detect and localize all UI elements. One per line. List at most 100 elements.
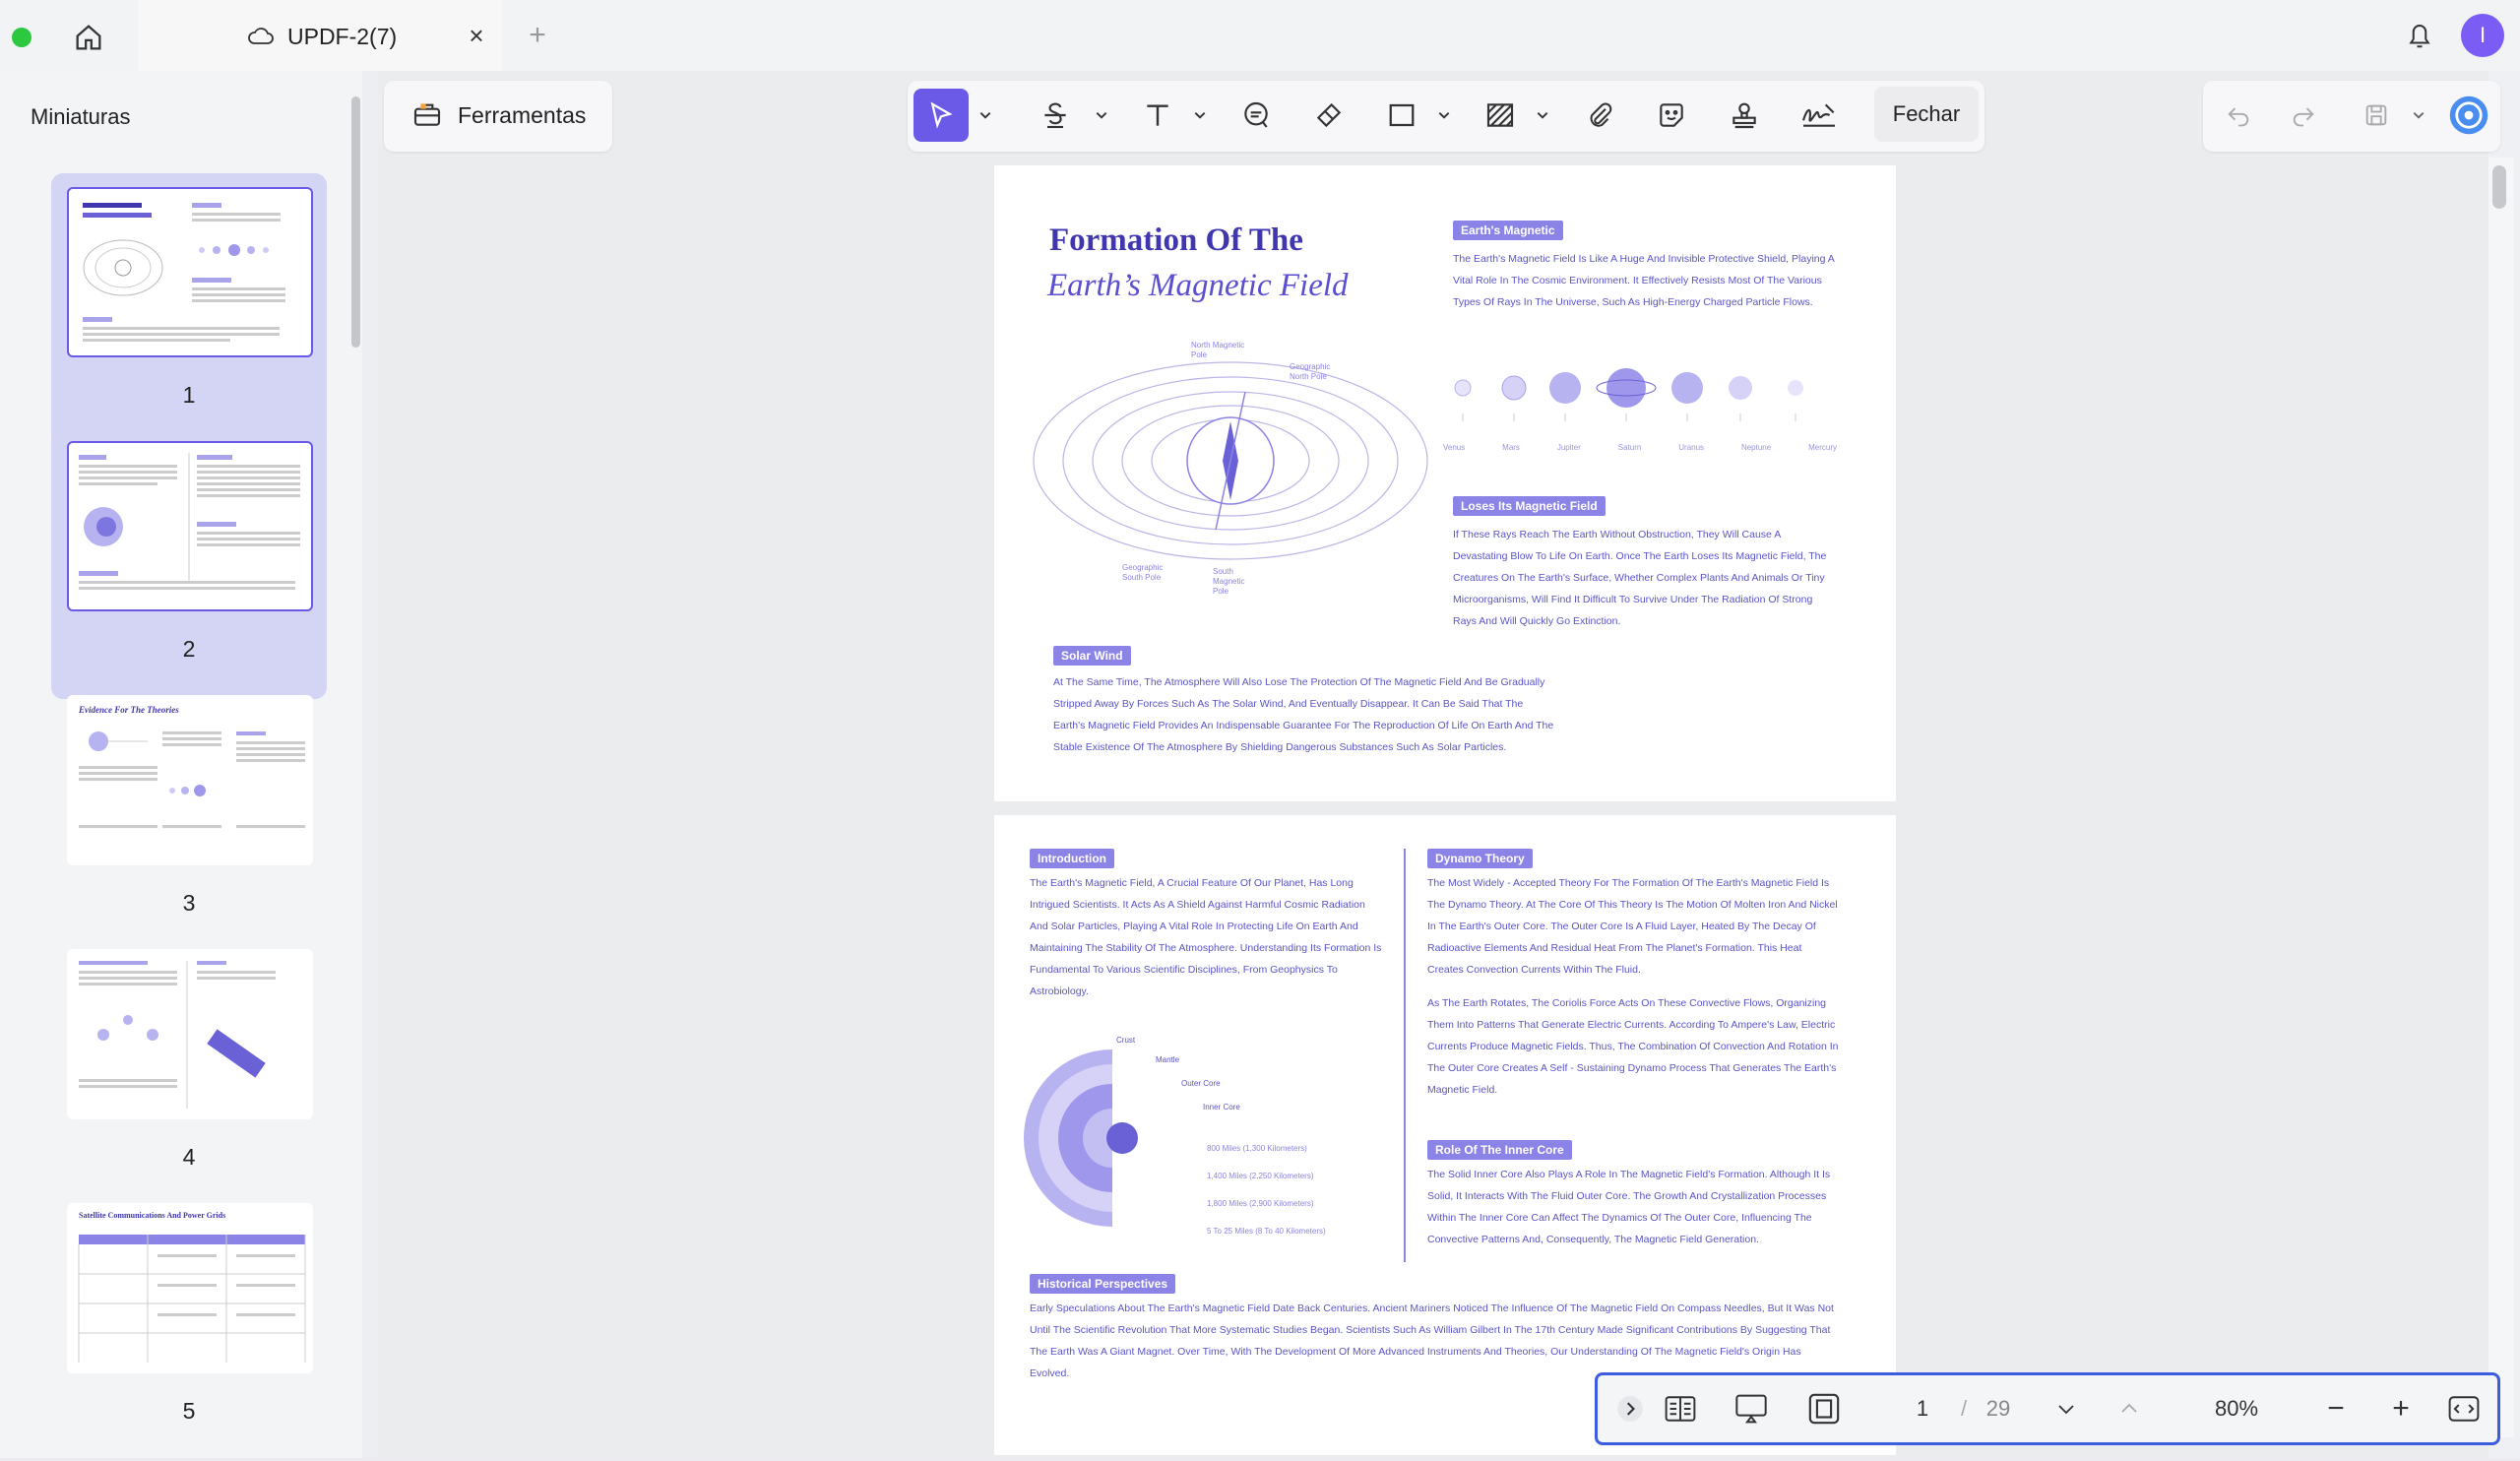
new-tab-icon[interactable]: + [522, 19, 553, 51]
layer-label: Outer Core [1181, 1079, 1221, 1088]
signature-icon[interactable] [1796, 89, 1843, 142]
thumbnail-image [67, 187, 313, 357]
geo-north-label: Geographic North Pole [1290, 362, 1331, 381]
current-page-input[interactable]: 1 [1893, 1375, 1952, 1442]
area-fill-icon[interactable] [1480, 89, 1520, 142]
total-pages: 29 [1985, 1396, 2011, 1421]
chevron-down-icon[interactable] [1189, 89, 1211, 142]
thumbnail-page-5[interactable]: Satellite Communications And Power Grids… [51, 1189, 327, 1461]
depth-label: 5 To 25 Miles (8 To 40 Kilometers) [1207, 1227, 1326, 1236]
thumbnail-title: Evidence For The Theories [79, 705, 179, 715]
select-tool-button[interactable] [914, 89, 969, 142]
save-icon[interactable] [2359, 89, 2394, 142]
document-scroll-track [2488, 158, 2514, 1437]
rectangle-icon[interactable] [1382, 89, 1421, 142]
pdf-page-2: Introduction The Earth's Magnetic Field,… [994, 815, 1896, 1455]
title-bar: UPDF-2(7) × + I [0, 0, 2520, 71]
undo-icon[interactable] [2221, 89, 2256, 142]
expand-bar-icon[interactable] [1613, 1375, 1647, 1442]
section-heading: Introduction [1030, 849, 1114, 868]
planets-illustration [1454, 368, 1803, 421]
planet-label: Venus [1443, 443, 1466, 452]
home-icon[interactable] [69, 18, 108, 57]
previous-page-icon[interactable] [2110, 1375, 2149, 1442]
stamp-icon[interactable] [1725, 89, 1764, 142]
strikethrough-icon[interactable] [1036, 89, 1075, 142]
thumbnail-image: Satellite Communications And Power Grids [67, 1203, 313, 1373]
section-text: The Earth's Magnetic Field Is Like A Hug… [1453, 253, 1835, 308]
thumbnail-image [67, 949, 313, 1119]
chevron-down-icon[interactable] [1091, 89, 1112, 142]
planet-label: Mars [1502, 443, 1520, 452]
depth-label: 800 Miles (1,300 Kilometers) [1207, 1144, 1307, 1153]
app-window: UPDF-2(7) × + I Miniaturas 1 2 Evidence … [0, 0, 2520, 1458]
next-page-icon[interactable] [2047, 1375, 2086, 1442]
close-tools-button[interactable]: Fechar [1874, 87, 1979, 142]
sidebar-divider [362, 71, 378, 1458]
zoom-level[interactable]: 80% [2192, 1375, 2281, 1442]
fit-page-icon[interactable] [1800, 1375, 1848, 1442]
section-heading: Historical Perspectives [1030, 1274, 1176, 1294]
thumbnail-number: 3 [182, 890, 196, 916]
page-title-line2: Earth’s Magnetic Field [1047, 268, 1349, 303]
document-tab[interactable]: UPDF-2(7) × [138, 0, 502, 71]
depth-label: 1,800 Miles (2,900 Kilometers) [1207, 1199, 1314, 1208]
eraser-icon[interactable] [1309, 89, 1349, 142]
close-tab-icon[interactable]: × [463, 21, 490, 50]
thumbnail-number: 2 [182, 636, 196, 662]
planet-label: Saturn [1617, 443, 1642, 452]
ai-assistant-icon[interactable] [2447, 89, 2490, 142]
window-maximize-button[interactable] [12, 28, 32, 47]
tools-label[interactable]: Ferramentas [458, 102, 586, 129]
chevron-down-icon[interactable] [1532, 89, 1553, 142]
magnetic-field-diagram [1033, 361, 1428, 560]
sidebar-scrollbar[interactable] [351, 96, 360, 348]
fit-width-icon[interactable] [2442, 1375, 2486, 1442]
section-text: The Most Widely - Accepted Theory For Th… [1427, 877, 1838, 976]
redo-icon[interactable] [2286, 89, 2321, 142]
layer-label: Mantle [1156, 1055, 1180, 1064]
section-text: The Earth's Magnetic Field, A Crucial Fe… [1030, 877, 1382, 997]
thumbnail-page-2[interactable]: 2 [51, 427, 327, 699]
chevron-down-icon[interactable] [2408, 89, 2429, 142]
north-magnetic-label: North Magnetic Pole [1191, 341, 1245, 359]
page-layout-icon[interactable] [1657, 1375, 1704, 1442]
thumbnail-image: Evidence For The Theories [67, 695, 313, 865]
section-heading: Solar Wind [1053, 646, 1131, 666]
attachment-icon[interactable] [1581, 89, 1620, 142]
thumbnail-page-4[interactable]: 4 [51, 935, 327, 1207]
sticker-icon[interactable] [1652, 89, 1691, 142]
zoom-in-icon[interactable]: + [2381, 1375, 2421, 1442]
thumbnail-page-1[interactable]: 1 [51, 173, 327, 445]
text-icon[interactable] [1138, 89, 1177, 142]
presentation-icon[interactable] [1728, 1375, 1775, 1442]
thumbnail-title: Satellite Communications And Power Grids [79, 1211, 226, 1220]
thumbnail-image [67, 441, 313, 611]
zoom-out-icon[interactable]: − [2316, 1375, 2356, 1442]
comment-icon[interactable] [1236, 89, 1276, 142]
thumbnail-sidebar: Miniaturas 1 2 Evidence For The Theories… [0, 71, 362, 1458]
section-text: If These Rays Reach The Earth Without Ob… [1453, 529, 1827, 627]
bell-icon[interactable] [2400, 16, 2439, 55]
user-avatar[interactable]: I [2461, 14, 2504, 57]
chevron-down-icon[interactable] [1433, 89, 1455, 142]
toolbox-icon [410, 96, 445, 132]
chevron-down-icon[interactable] [975, 89, 996, 142]
thumbnail-page-3[interactable]: Evidence For The Theories 3 [51, 681, 327, 953]
document-scrollbar[interactable] [2492, 165, 2506, 209]
section-heading: Dynamo Theory [1427, 849, 1533, 868]
planet-label: Uranus [1678, 443, 1705, 452]
section-text: Early Speculations About The Earth's Mag… [1030, 1302, 1834, 1379]
planet-label: Mercury [1808, 443, 1837, 452]
section-heading: Earth's Magnetic [1453, 221, 1563, 240]
planet-label: Neptune [1740, 443, 1772, 452]
page-title-line1: Formation Of The [1049, 222, 1303, 258]
planet-labels: Venus Mars Jupiter Saturn Uranus Neptune… [1443, 443, 1837, 452]
cloud-icon [246, 22, 276, 51]
planet-label: Jupiter [1556, 443, 1581, 452]
section-text: The Solid Inner Core Also Plays A Role I… [1427, 1169, 1831, 1245]
thumbnail-number: 5 [182, 1398, 196, 1424]
section-text: At The Same Time, The Atmosphere Will Al… [1053, 676, 1554, 753]
thumbnail-number: 1 [182, 382, 196, 408]
column-divider [1404, 849, 1406, 1262]
